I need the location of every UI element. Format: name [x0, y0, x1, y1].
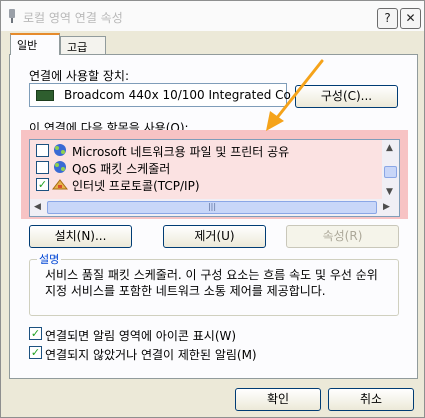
- scroll-left-icon[interactable]: ◀: [34, 202, 41, 212]
- scroll-right-icon[interactable]: ▶: [383, 202, 390, 212]
- description-text: 서비스 품질 패킷 스케줄러. 이 구성 요소는 흐름 속도 및 우선 순위 지…: [45, 268, 378, 298]
- description-legend: 설명: [37, 251, 62, 267]
- tab-general[interactable]: 일반: [10, 33, 60, 55]
- list-item[interactable]: Microsoft 네트워크용 파일 및 프린터 공유: [30, 142, 384, 159]
- network-share-icon: [54, 144, 66, 156]
- title-bar[interactable]: 로컬 영역 연결 속성 ? ✕: [1, 1, 424, 31]
- item-checkbox[interactable]: ✓: [36, 178, 49, 191]
- list-item[interactable]: QoS 패킷 스케줄러: [30, 159, 384, 176]
- list-item[interactable]: ✓ 인터넷 프로토콜(TCP/IP): [30, 176, 384, 193]
- window-title: 로컬 영역 연결 속성: [23, 11, 123, 25]
- notify-checkbox[interactable]: ✓: [29, 346, 42, 359]
- horizontal-scroll-thumb[interactable]: |||: [47, 201, 377, 214]
- device-label: 연결에 사용할 장치:: [29, 69, 129, 83]
- component-list[interactable]: Microsoft 네트워크용 파일 및 프린터 공유 QoS 패킷 스케줄러 …: [29, 139, 400, 217]
- show-icon-checkbox[interactable]: ✓: [29, 327, 42, 340]
- cancel-button[interactable]: 취소: [328, 388, 414, 411]
- device-field: Broadcom 440x 10/100 Integrated Co: [29, 83, 291, 107]
- scroll-up-icon[interactable]: ▲: [386, 143, 393, 153]
- close-button[interactable]: ✕: [400, 8, 421, 29]
- item-label: QoS 패킷 스케줄러: [72, 162, 171, 176]
- remove-button[interactable]: 제거(U): [163, 225, 266, 248]
- protocol-icon: [52, 179, 68, 190]
- horizontal-scrollbar[interactable]: ◀ ||| ▶: [30, 199, 399, 216]
- tab-advanced[interactable]: 고급: [60, 36, 106, 55]
- properties-button[interactable]: 속성(R): [286, 225, 399, 248]
- item-label: Microsoft 네트워크용 파일 및 프린터 공유: [72, 145, 290, 159]
- connection-icon: [9, 9, 15, 23]
- scroll-down-icon[interactable]: ▼: [386, 187, 393, 197]
- network-card-icon: [36, 90, 54, 101]
- help-button[interactable]: ?: [377, 8, 398, 29]
- show-icon-label: 연결되면 알림 영역에 아이콘 표시(W): [45, 329, 237, 343]
- item-checkbox[interactable]: [36, 161, 49, 174]
- properties-dialog: 로컬 영역 연결 속성 ? ✕ 일반 고급 연결에 사용할 장치: Broadc…: [0, 0, 425, 418]
- network-service-icon: [54, 161, 66, 173]
- ok-button[interactable]: 확인: [235, 388, 321, 411]
- install-button[interactable]: 설치(N)...: [29, 225, 132, 248]
- tab-general-label: 일반: [17, 39, 38, 52]
- tab-advanced-label: 고급: [67, 41, 88, 54]
- vertical-scroll-thumb[interactable]: [384, 166, 397, 178]
- item-checkbox[interactable]: [36, 144, 49, 157]
- item-label: 인터넷 프로토콜(TCP/IP): [72, 179, 200, 193]
- notify-label: 연결되지 않았거나 연결이 제한된 알림(M): [45, 348, 257, 362]
- annotation-arrow-icon: [266, 59, 324, 131]
- vertical-scrollbar[interactable]: ▲ ▼: [382, 140, 399, 200]
- tab-strip: 일반 고급: [1, 31, 424, 55]
